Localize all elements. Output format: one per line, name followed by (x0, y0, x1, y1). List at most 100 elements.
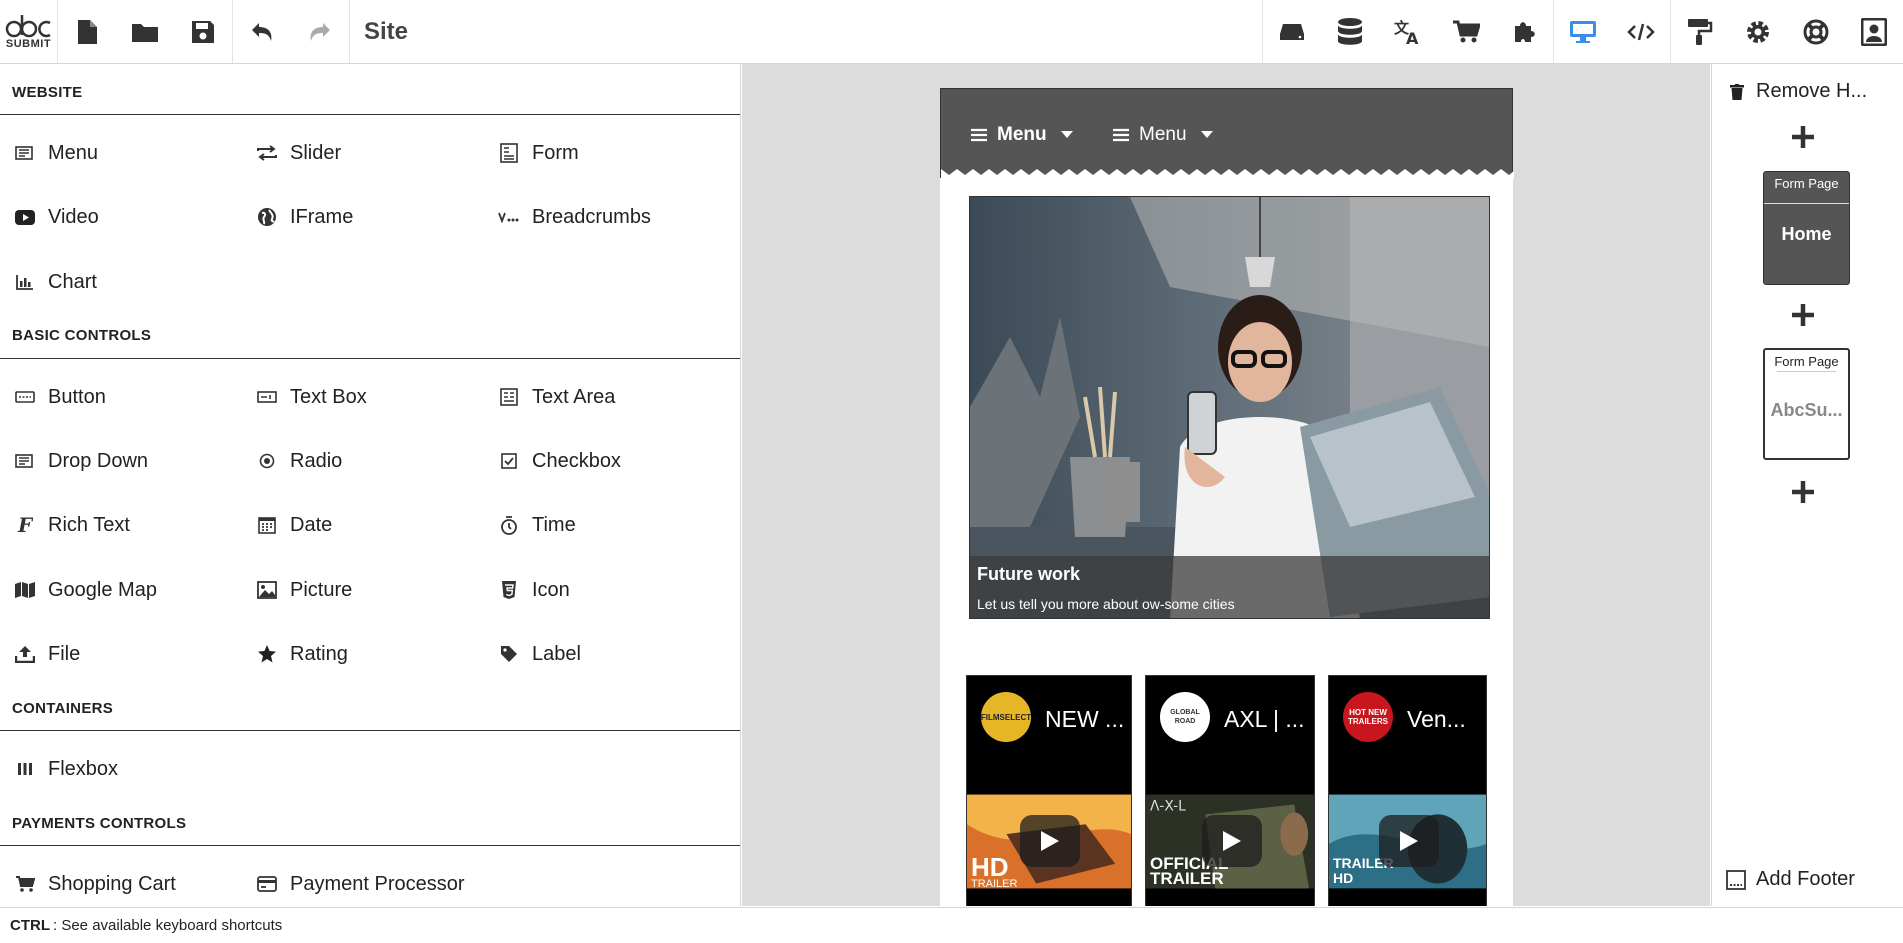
control-google-map[interactable]: Google Map (14, 575, 157, 605)
storage-button[interactable] (1263, 0, 1321, 63)
status-bar: CTRL : See available keyboard shortcuts (0, 907, 1903, 943)
video-title: AXL | ... (1224, 706, 1305, 732)
caret-down-icon (1200, 131, 1213, 138)
code-button[interactable] (1612, 0, 1670, 63)
caret-down-icon (1060, 131, 1073, 138)
preview-menu-item-1[interactable]: Menu (971, 117, 1073, 153)
control-flexbox[interactable]: Flexbox (14, 754, 118, 784)
play-button[interactable] (1379, 815, 1439, 867)
plus-icon (1792, 481, 1814, 503)
control-breadcrumbs[interactable]: Breadcrumbs (498, 202, 651, 232)
app-logo[interactable]: SUBMIT (0, 0, 58, 63)
slider-icon (256, 142, 278, 164)
theme-button[interactable] (1671, 0, 1729, 63)
control-video[interactable]: Video (14, 202, 99, 232)
undo-icon (252, 22, 272, 41)
control-rating[interactable]: Rating (256, 639, 348, 669)
control-date[interactable]: Date (256, 510, 332, 540)
page-thumb-home[interactable]: Form Page Home (1763, 171, 1850, 285)
calendar-icon (256, 514, 278, 536)
add-page-button[interactable] (1788, 122, 1818, 152)
control-file[interactable]: File (14, 639, 80, 669)
video-title: NEW ... (1045, 706, 1125, 732)
control-form[interactable]: Form (498, 138, 579, 168)
translate-button[interactable]: 文A (1379, 0, 1437, 63)
page-preview[interactable]: Menu Menu Future work Let us tell you mo… (940, 88, 1514, 906)
control-menu[interactable]: Menu (14, 138, 98, 168)
save-icon (192, 20, 214, 43)
play-button[interactable] (1202, 815, 1262, 867)
footer-icon (1726, 869, 1746, 890)
control-slider[interactable]: Slider (256, 138, 341, 168)
control-icon[interactable]: Icon (498, 575, 570, 605)
svg-text:Λ-X-L: Λ-X-L (1150, 798, 1186, 814)
database-button[interactable] (1321, 0, 1379, 63)
dropdown-icon (14, 450, 36, 472)
design-canvas[interactable]: Menu Menu Future work Let us tell you mo… (742, 64, 1710, 906)
control-textarea[interactable]: Text Area (498, 382, 615, 412)
menu-control-icon (14, 142, 36, 164)
preview-video-1[interactable]: FILMSELECT NEW ... HD TRAILER (966, 675, 1132, 906)
new-page-icon (78, 19, 97, 44)
credit-card-icon (256, 873, 278, 895)
add-page-button[interactable] (1788, 300, 1818, 330)
save-button[interactable] (174, 0, 232, 63)
svg-text:A: A (1406, 29, 1419, 45)
preview-slider[interactable]: Future work Let us tell you more about o… (969, 196, 1490, 619)
preview-video-3[interactable]: HOT NEW TRAILERS Ven... TRAILER HD (1328, 675, 1487, 906)
page-thumb-abcsubmit[interactable]: Form Page AbcSu... (1763, 348, 1850, 460)
redo-button[interactable] (291, 0, 349, 63)
html5-icon (498, 579, 520, 601)
control-radio[interactable]: Radio (256, 446, 342, 476)
open-folder-icon (132, 23, 158, 42)
logo-mark-icon (5, 15, 51, 38)
shopping-cart-icon (1453, 20, 1480, 42)
section-title-website: WEBSITE (12, 84, 83, 101)
slide-title: Future work (977, 564, 1081, 584)
open-button[interactable] (116, 0, 174, 63)
play-button[interactable] (1020, 815, 1080, 867)
add-page-button[interactable] (1788, 477, 1818, 507)
video-badge: HD TRAILER (971, 852, 1018, 890)
help-button[interactable] (1787, 0, 1845, 63)
video-title: Ven... (1407, 706, 1466, 732)
undo-button[interactable] (233, 0, 291, 63)
remove-header-button[interactable]: Remove H... (1730, 80, 1867, 103)
section-title-payments: PAYMENTS CONTROLS (12, 815, 187, 832)
add-footer-button[interactable]: Add Footer (1726, 868, 1855, 891)
upload-icon (14, 643, 36, 665)
channel-logo: HOT NEW TRAILERS (1343, 692, 1393, 742)
preview-video-2[interactable]: GLOBAL ROAD AXL | ... Λ-X-L OFFICIAL TRAI… (1145, 675, 1315, 906)
picture-icon (256, 579, 278, 601)
control-textbox[interactable]: Text Box (256, 382, 367, 412)
cart-button[interactable] (1437, 0, 1495, 63)
flexbox-icon (14, 758, 36, 780)
control-checkbox[interactable]: Checkbox (498, 446, 621, 476)
control-dropdown[interactable]: Drop Down (14, 446, 148, 476)
help-lifebuoy-icon (1803, 19, 1829, 44)
control-shopping-cart[interactable]: Shopping Cart (14, 869, 176, 899)
preview-menu-item-2[interactable]: Menu (1113, 117, 1213, 153)
control-time[interactable]: Time (498, 510, 576, 540)
control-iframe[interactable]: IFrame (256, 202, 353, 232)
settings-gear-icon (1747, 20, 1769, 43)
control-rich-text[interactable]: F Rich Text (14, 510, 130, 540)
control-label[interactable]: Label (498, 639, 581, 669)
control-chart[interactable]: Chart (14, 267, 97, 297)
map-icon (14, 579, 36, 601)
settings-button[interactable] (1729, 0, 1787, 63)
stopwatch-icon (498, 514, 520, 536)
desktop-view-button[interactable] (1554, 0, 1612, 63)
star-icon (256, 643, 278, 665)
account-button[interactable] (1845, 0, 1903, 63)
plugins-button[interactable] (1495, 0, 1553, 63)
database-icon (1338, 17, 1362, 45)
new-page-button[interactable] (58, 0, 116, 63)
control-button[interactable]: Button (14, 382, 106, 412)
top-toolbar: SUBMIT Site 文A (0, 0, 1903, 64)
control-payment-processor[interactable]: Payment Processor (256, 869, 465, 899)
account-icon (1861, 17, 1887, 46)
preview-menu-bar[interactable]: Menu Menu (940, 88, 1514, 179)
logo-text: SUBMIT (5, 38, 52, 50)
control-picture[interactable]: Picture (256, 575, 352, 605)
